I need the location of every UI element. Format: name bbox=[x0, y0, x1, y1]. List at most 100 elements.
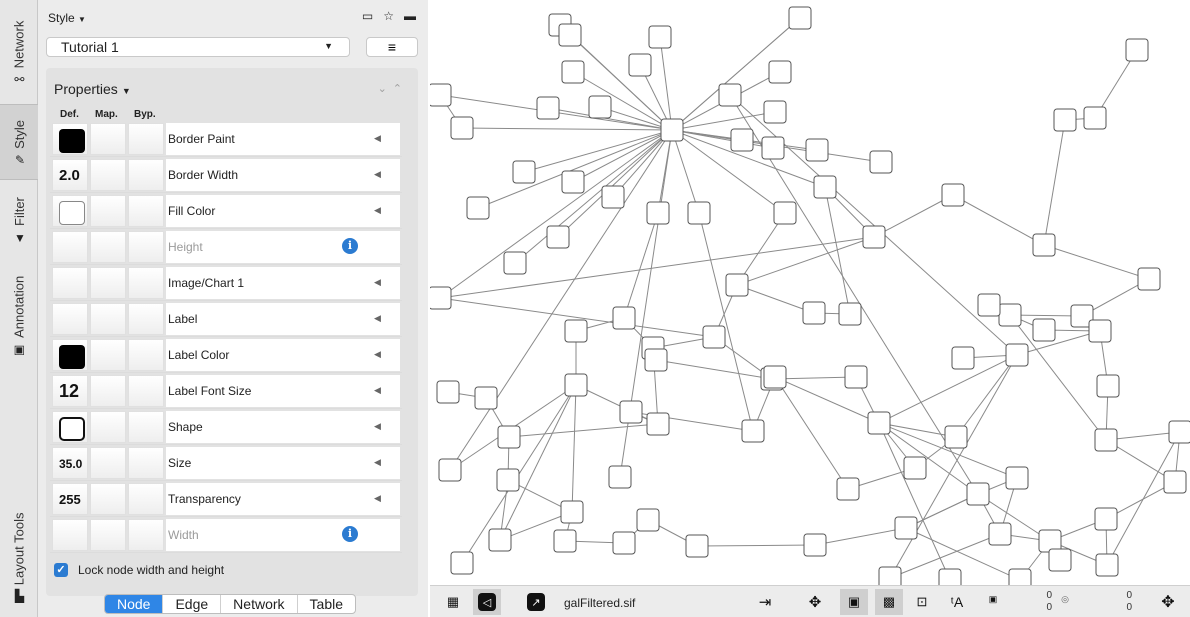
network-node[interactable] bbox=[836, 477, 860, 501]
network-edge[interactable] bbox=[952, 194, 1045, 246]
network-node[interactable] bbox=[768, 60, 792, 84]
float-window-icon[interactable]: ▭ bbox=[362, 9, 373, 23]
default-value-cell[interactable]: 255 bbox=[52, 483, 88, 515]
network-view-button[interactable]: ◁ bbox=[473, 589, 501, 615]
bypass-cell[interactable] bbox=[128, 195, 164, 227]
network-node[interactable] bbox=[636, 508, 660, 532]
network-node[interactable] bbox=[644, 348, 668, 372]
pin-icon[interactable]: ☆ bbox=[383, 9, 394, 23]
lock-node-checkbox[interactable]: ✓ bbox=[54, 563, 68, 577]
network-node[interactable] bbox=[802, 301, 826, 325]
property-row-image-chart[interactable]: Image/Chart 1 ◀ bbox=[50, 265, 402, 301]
network-node[interactable] bbox=[1008, 568, 1032, 585]
default-value-cell[interactable] bbox=[52, 303, 88, 335]
tab-style[interactable]: ✎ Style bbox=[0, 104, 38, 180]
network-node[interactable] bbox=[1053, 108, 1077, 132]
open-external-button[interactable]: ↗ bbox=[525, 591, 547, 613]
network-node[interactable] bbox=[988, 522, 1012, 546]
tab-edge[interactable]: Edge bbox=[163, 595, 222, 613]
network-node[interactable] bbox=[788, 6, 812, 30]
property-row-size[interactable]: 35.0 Size ◀ bbox=[50, 445, 402, 481]
network-node[interactable] bbox=[619, 400, 643, 424]
network-node[interactable] bbox=[941, 183, 965, 207]
network-node[interactable] bbox=[838, 302, 862, 326]
mapping-cell[interactable] bbox=[90, 159, 126, 191]
network-node[interactable] bbox=[938, 568, 962, 585]
network-node[interactable] bbox=[450, 551, 474, 575]
network-node[interactable] bbox=[1125, 38, 1149, 62]
network-node[interactable] bbox=[951, 346, 975, 370]
network-edge[interactable] bbox=[623, 212, 659, 319]
network-node[interactable] bbox=[718, 83, 742, 107]
network-edge[interactable] bbox=[1016, 330, 1101, 356]
property-row-border-paint[interactable]: Border Paint ◀ bbox=[50, 121, 402, 157]
network-node[interactable] bbox=[869, 150, 893, 174]
network-node[interactable] bbox=[588, 95, 612, 119]
bypass-cell[interactable] bbox=[128, 411, 164, 443]
network-node[interactable] bbox=[998, 303, 1022, 327]
tab-network[interactable]: ⚯ Network bbox=[0, 0, 38, 104]
network-node[interactable] bbox=[608, 465, 632, 489]
network-edge[interactable] bbox=[814, 527, 907, 546]
show-all-icon[interactable]: ⊡ bbox=[911, 591, 933, 613]
network-edge[interactable] bbox=[873, 194, 954, 238]
tab-layout-tools[interactable]: ▙ Layout Tools bbox=[0, 496, 38, 617]
default-value-cell[interactable] bbox=[52, 339, 88, 371]
info-icon[interactable]: i bbox=[342, 238, 358, 254]
property-row-height[interactable]: Height i bbox=[50, 229, 402, 265]
network-node[interactable] bbox=[1137, 267, 1161, 291]
property-row-width[interactable]: Width i bbox=[50, 517, 402, 553]
network-edge[interactable] bbox=[1043, 244, 1150, 280]
mapping-cell[interactable] bbox=[90, 195, 126, 227]
mapping-cell[interactable] bbox=[90, 339, 126, 371]
expand-arrow-icon[interactable]: ◀ bbox=[374, 493, 381, 504]
network-edge[interactable] bbox=[461, 127, 673, 131]
property-row-label-font-size[interactable]: 12 Label Font Size ◀ bbox=[50, 373, 402, 409]
bypass-cell[interactable] bbox=[128, 483, 164, 515]
expand-arrow-icon[interactable]: ◀ bbox=[374, 169, 381, 180]
network-node[interactable] bbox=[512, 160, 536, 184]
network-node[interactable] bbox=[430, 83, 452, 107]
network-node[interactable] bbox=[773, 201, 797, 225]
network-edge[interactable] bbox=[1043, 119, 1066, 246]
hide-unselected-icon[interactable]: ▩ bbox=[875, 589, 903, 615]
network-node[interactable] bbox=[646, 201, 670, 225]
network-node[interactable] bbox=[450, 116, 474, 140]
network-edge[interactable] bbox=[655, 359, 773, 380]
tab-network[interactable]: Network bbox=[221, 595, 298, 613]
network-edge[interactable] bbox=[671, 129, 700, 214]
network-node[interactable] bbox=[553, 529, 577, 553]
network-node[interactable] bbox=[546, 225, 570, 249]
network-node[interactable] bbox=[803, 533, 827, 557]
expand-arrow-icon[interactable]: ◀ bbox=[374, 457, 381, 468]
properties-title[interactable]: Properties ▼ bbox=[54, 81, 131, 97]
expand-arrow-icon[interactable]: ◀ bbox=[374, 313, 381, 324]
expand-arrow-icon[interactable]: ◀ bbox=[374, 421, 381, 432]
network-node[interactable] bbox=[944, 425, 968, 449]
network-edge[interactable] bbox=[878, 422, 957, 438]
network-node[interactable] bbox=[805, 138, 829, 162]
tab-filter[interactable]: ▼ Filter bbox=[0, 180, 38, 260]
network-node[interactable] bbox=[1032, 318, 1056, 342]
expand-all-icon[interactable]: ⌃ bbox=[393, 83, 408, 95]
network-edge[interactable] bbox=[736, 284, 815, 314]
network-node[interactable] bbox=[1088, 319, 1112, 343]
expand-arrow-icon[interactable]: ◀ bbox=[374, 385, 381, 396]
network-node[interactable] bbox=[660, 118, 684, 142]
default-value-cell[interactable]: 12 bbox=[52, 375, 88, 407]
network-edge[interactable] bbox=[572, 129, 673, 183]
network-node[interactable] bbox=[1032, 233, 1056, 257]
network-node[interactable] bbox=[730, 128, 754, 152]
default-value-cell[interactable]: 2.0 bbox=[52, 159, 88, 191]
network-node[interactable] bbox=[761, 136, 785, 160]
network-edge[interactable] bbox=[696, 544, 816, 547]
network-node[interactable] bbox=[763, 100, 787, 124]
default-value-cell[interactable]: 35.0 bbox=[52, 447, 88, 479]
network-node[interactable] bbox=[628, 53, 652, 77]
network-node[interactable] bbox=[561, 170, 585, 194]
network-edge[interactable] bbox=[698, 212, 754, 432]
expand-arrow-icon[interactable]: ◀ bbox=[374, 205, 381, 216]
mapping-cell[interactable] bbox=[90, 123, 126, 155]
network-node[interactable] bbox=[466, 196, 490, 220]
grid-view-icon[interactable]: ▦ bbox=[442, 591, 464, 613]
